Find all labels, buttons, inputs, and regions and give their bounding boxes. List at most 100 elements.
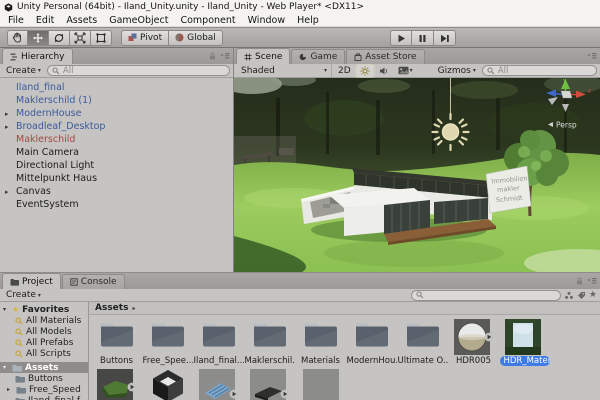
tree-all-prefabs[interactable]: All Prefabs bbox=[0, 337, 88, 348]
expand-arrow-icon[interactable]: ▸ bbox=[5, 188, 9, 196]
hierarchy-create-button[interactable]: Create ▾ bbox=[3, 66, 44, 76]
tab-console[interactable]: Console bbox=[62, 274, 125, 289]
asset-item[interactable]: Iland_final... bbox=[193, 319, 244, 366]
hierarchy-item[interactable]: EventSystem bbox=[0, 198, 233, 211]
scene-lighting-toggle[interactable] bbox=[357, 65, 373, 77]
asset-item[interactable] bbox=[295, 369, 346, 400]
asset-item-selected[interactable]: HDR_Mater... bbox=[499, 319, 550, 366]
shading-mode-dropdown[interactable]: Shaded ▾ bbox=[237, 64, 332, 77]
tab-asset-store[interactable]: Asset Store bbox=[346, 49, 424, 64]
pause-icon bbox=[418, 34, 427, 43]
folder-icon bbox=[303, 319, 339, 349]
asset-item[interactable]: ModernHou... bbox=[346, 319, 397, 366]
preview-badge-icon bbox=[229, 390, 238, 399]
rotate-tool-icon bbox=[53, 32, 65, 44]
breadcrumb[interactable]: Assets ▸ bbox=[89, 302, 600, 315]
collapse-arrow-icon[interactable]: ▾ bbox=[3, 306, 9, 313]
scene-audio-toggle[interactable] bbox=[376, 65, 392, 77]
scene-viewport[interactable]: Immobilien makler Schmidt bbox=[234, 78, 600, 272]
panel-menu-icon[interactable] bbox=[587, 277, 597, 285]
menu-gameobject[interactable]: GameObject bbox=[103, 15, 174, 26]
hierarchy-search-input[interactable]: All bbox=[47, 65, 230, 76]
panel-menu-icon[interactable] bbox=[587, 52, 597, 60]
scene-search-input[interactable]: All bbox=[482, 65, 597, 76]
main-area: Hierarchy Create ▾ bbox=[0, 48, 600, 272]
search-by-type-icon[interactable] bbox=[564, 291, 574, 300]
step-button[interactable] bbox=[434, 30, 456, 46]
search-by-label-icon[interactable] bbox=[577, 291, 586, 300]
menu-assets[interactable]: Assets bbox=[60, 15, 103, 26]
hierarchy-item[interactable]: Iland_final bbox=[0, 81, 233, 94]
hierarchy-item[interactable]: ▸ModernHouse bbox=[0, 107, 233, 120]
hierarchy-item[interactable]: Maklerschild bbox=[0, 133, 233, 146]
asset-item[interactable] bbox=[193, 369, 244, 400]
project-create-button[interactable]: Create ▾ bbox=[3, 290, 44, 300]
rect-tool-button[interactable] bbox=[91, 30, 112, 46]
folder-icon bbox=[150, 319, 186, 349]
2d-toggle-button[interactable]: 2D bbox=[335, 65, 354, 77]
menu-window[interactable]: Window bbox=[242, 15, 291, 26]
collapse-arrow-icon[interactable]: ▾ bbox=[3, 364, 9, 371]
asset-item[interactable]: Buttons bbox=[91, 319, 142, 366]
tree-all-materials[interactable]: All Materials bbox=[0, 315, 88, 326]
scene-effects-dropdown[interactable]: ▾ bbox=[395, 65, 416, 77]
2d-label: 2D bbox=[338, 66, 351, 76]
global-toggle-button[interactable]: Global bbox=[169, 30, 223, 46]
asset-item[interactable]: Ultimate O... bbox=[397, 319, 448, 366]
tab-hierarchy-label: Hierarchy bbox=[21, 52, 65, 62]
hand-tool-button[interactable] bbox=[7, 30, 28, 46]
rotate-tool-button[interactable] bbox=[49, 30, 70, 46]
scale-tool-button[interactable] bbox=[70, 30, 91, 46]
realtor-sign[interactable]: Immobilien makler Schmidt bbox=[486, 166, 531, 213]
asset-item[interactable]: Free_Spee... bbox=[142, 319, 193, 366]
asset-item[interactable]: Iland_final bbox=[91, 369, 142, 400]
hierarchy-item[interactable]: ▸Canvas bbox=[0, 185, 233, 198]
asset-item[interactable]: Materials bbox=[295, 319, 346, 366]
hierarchy-item[interactable]: Maklerschild (1) bbox=[0, 94, 233, 107]
expand-arrow-icon[interactable]: ▸ bbox=[5, 110, 9, 118]
tree-assets-root[interactable]: ▾ Assets bbox=[0, 362, 88, 373]
tree-iland-final-folder[interactable]: Iland_final.f bbox=[0, 395, 88, 400]
pivot-global-group: Pivot Global bbox=[121, 30, 223, 46]
asset-item[interactable]: Maklerschil... bbox=[244, 319, 295, 366]
menu-help[interactable]: Help bbox=[291, 15, 325, 26]
folder-icon bbox=[12, 364, 22, 372]
move-tool-button[interactable] bbox=[28, 30, 49, 46]
tab-hierarchy[interactable]: Hierarchy bbox=[2, 48, 73, 64]
expand-arrow-icon[interactable]: ▸ bbox=[5, 123, 9, 131]
tab-scene[interactable]: Scene bbox=[236, 48, 290, 64]
gizmos-dropdown[interactable]: Gizmos ▾ bbox=[435, 66, 479, 76]
hierarchy-item[interactable]: Directional Light bbox=[0, 159, 233, 172]
tree-all-scripts[interactable]: All Scripts bbox=[0, 348, 88, 359]
project-panel: Project Console bbox=[0, 272, 600, 400]
pivot-toggle-button[interactable]: Pivot bbox=[121, 30, 169, 46]
folder-icon bbox=[15, 397, 25, 400]
expand-arrow-icon[interactable]: ▸ bbox=[7, 386, 13, 393]
project-tree: ▾ ★ Favorites All Materials All Models A… bbox=[0, 302, 89, 400]
menu-component[interactable]: Component bbox=[174, 15, 241, 26]
tab-game[interactable]: Game bbox=[291, 49, 345, 64]
saved-search-star-icon[interactable]: ★ bbox=[589, 290, 597, 300]
asset-item[interactable] bbox=[244, 369, 295, 400]
hierarchy-item[interactable]: ▸Broadleaf_Desktop bbox=[0, 120, 233, 133]
panel-menu-icon[interactable] bbox=[220, 52, 230, 60]
tree-all-models[interactable]: All Models bbox=[0, 326, 88, 337]
menu-file[interactable]: File bbox=[2, 15, 30, 26]
asset-item[interactable] bbox=[142, 369, 193, 400]
hierarchy-item[interactable]: Main Camera bbox=[0, 146, 233, 159]
play-button[interactable] bbox=[390, 30, 412, 46]
pause-button[interactable] bbox=[412, 30, 434, 46]
tree-favorites[interactable]: ▾ ★ Favorites bbox=[0, 304, 88, 315]
hierarchy-panel: Hierarchy Create ▾ bbox=[0, 48, 234, 272]
lock-icon[interactable] bbox=[209, 52, 216, 60]
tab-project[interactable]: Project bbox=[2, 273, 61, 289]
asset-item[interactable]: HDR005 bbox=[448, 319, 499, 366]
menu-edit[interactable]: Edit bbox=[30, 15, 60, 26]
tree-free-speed-folder[interactable]: ▸ Free_Speed bbox=[0, 384, 88, 395]
project-icon bbox=[10, 278, 19, 286]
project-search-input[interactable] bbox=[411, 290, 561, 301]
tree-buttons-folder[interactable]: Buttons bbox=[0, 373, 88, 384]
lock-icon[interactable] bbox=[576, 277, 583, 285]
global-icon bbox=[175, 33, 184, 42]
hierarchy-item[interactable]: Mittelpunkt Haus bbox=[0, 172, 233, 185]
